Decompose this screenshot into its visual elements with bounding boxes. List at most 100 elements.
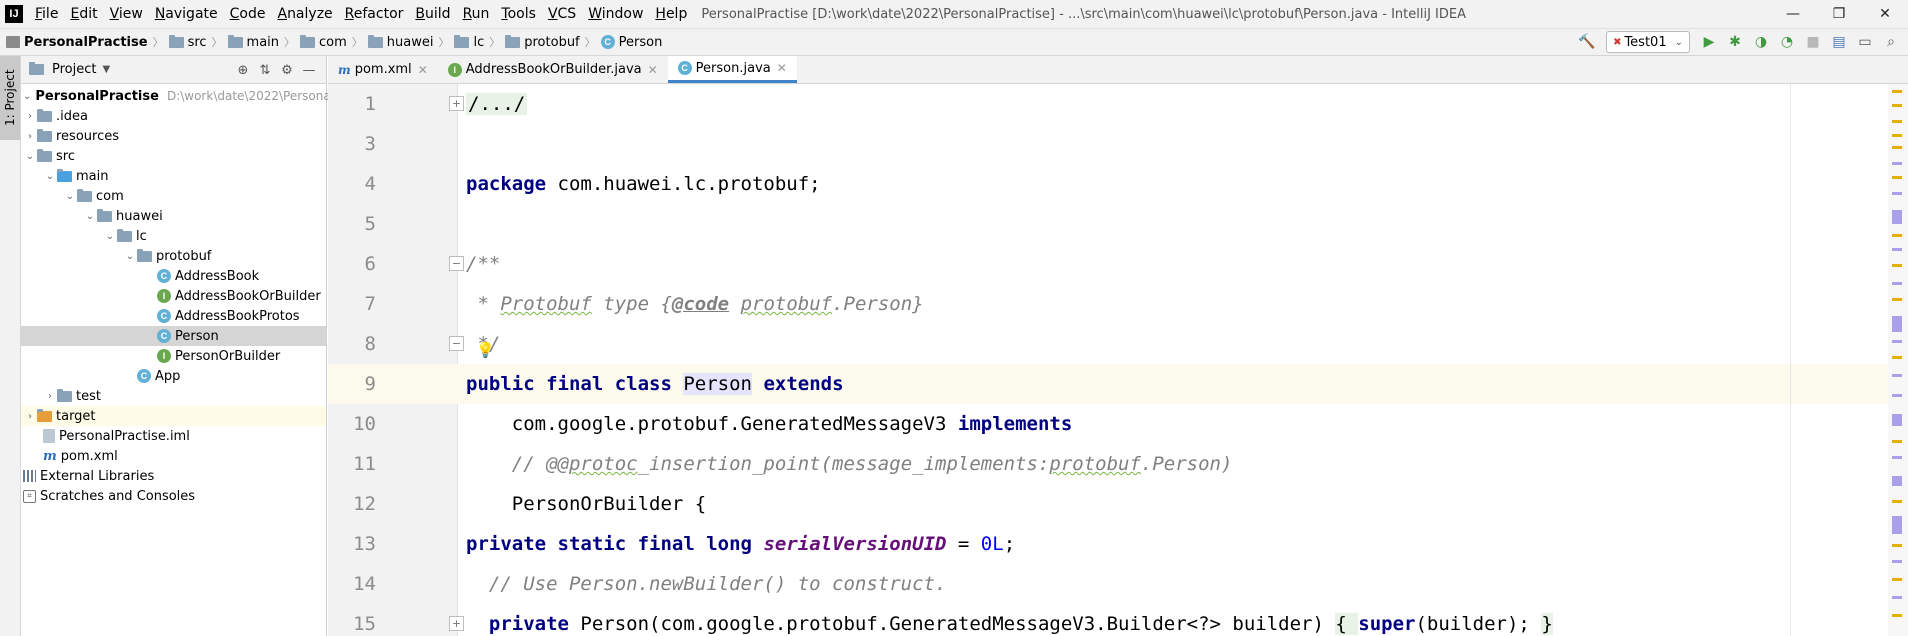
chevron-down-icon[interactable]: ⌄ [63, 191, 77, 202]
menu-tools[interactable]: Tools [495, 0, 542, 28]
breadcrumb-com[interactable]: com 〉 [300, 34, 368, 50]
breadcrumb-main[interactable]: main 〉 [227, 34, 300, 50]
code-editor[interactable]: 1 + /.../ 3 4 package com.huawei.lc.prot… [328, 84, 1908, 636]
menu-file[interactable]: File [29, 0, 64, 28]
menu-run[interactable]: Run [457, 0, 496, 28]
chevron-right-icon[interactable]: › [23, 111, 37, 122]
fold-collapse-icon[interactable]: − [449, 256, 464, 271]
tree-item-external-libraries[interactable]: External Libraries [21, 466, 326, 486]
chevron-down-icon[interactable]: ⌄ [23, 91, 31, 102]
tree-item-personorbuilder[interactable]: I PersonOrBuilder [21, 346, 326, 366]
stripe-mark[interactable] [1892, 316, 1902, 332]
stripe-mark[interactable] [1892, 264, 1902, 267]
tree-item-com[interactable]: ⌄ com [21, 186, 326, 206]
menu-analyze[interactable]: Analyze [271, 0, 338, 28]
fold-expand-icon[interactable]: + [449, 96, 464, 111]
stripe-mark[interactable] [1892, 596, 1902, 599]
menu-help[interactable]: Help [649, 0, 693, 28]
tree-item-personalpractise[interactable]: ⌄ PersonalPractise D:\work\date\2022\Per… [21, 86, 346, 106]
stripe-mark[interactable] [1892, 192, 1902, 195]
tree-item-idea[interactable]: › .idea [21, 106, 326, 126]
restore-button[interactable]: ❐ [1816, 0, 1862, 28]
menu-vcs[interactable]: VCS [542, 0, 582, 28]
chevron-down-icon[interactable]: ⌄ [43, 171, 57, 182]
fold-expand-icon[interactable]: + [449, 616, 464, 631]
stripe-mark[interactable] [1892, 234, 1902, 237]
tree-item-protobuf[interactable]: ⌄ protobuf [21, 246, 326, 266]
chevron-right-icon[interactable]: › [23, 131, 37, 142]
stop-icon[interactable]: ■ [1801, 30, 1825, 54]
stripe-mark[interactable] [1892, 146, 1902, 149]
stripe-mark[interactable] [1892, 440, 1902, 443]
stripe-mark[interactable] [1892, 374, 1902, 377]
error-stripe[interactable] [1888, 84, 1908, 636]
tree-item-lc[interactable]: ⌄ lc [21, 226, 326, 246]
close-icon[interactable]: ✕ [648, 63, 658, 77]
tree-item-resources[interactable]: › resources [21, 126, 326, 146]
debug-icon[interactable]: ✱ [1723, 30, 1747, 54]
stripe-mark[interactable] [1892, 120, 1902, 123]
minimize-button[interactable]: — [1770, 0, 1816, 28]
tree-item-scratches[interactable]: ⌗ Scratches and Consoles [21, 486, 326, 506]
tree-item-huawei[interactable]: ⌄ huawei [21, 206, 326, 226]
stripe-mark[interactable] [1892, 516, 1902, 534]
chevron-down-icon[interactable]: ⌄ [83, 211, 97, 222]
tree-item-person[interactable]: C Person [21, 326, 326, 346]
stripe-mark[interactable] [1892, 476, 1902, 486]
stripe-mark[interactable] [1892, 298, 1902, 301]
stripe-mark[interactable] [1892, 176, 1902, 179]
stripe-mark[interactable] [1892, 282, 1902, 285]
collapsed-imports[interactable]: /.../ [466, 93, 528, 115]
stripe-mark[interactable] [1892, 356, 1902, 359]
breadcrumb-project[interactable]: PersonalPractise 〉 [6, 34, 169, 50]
menu-navigate[interactable]: Navigate [149, 0, 224, 28]
locate-file-icon[interactable]: ⊕ [232, 63, 254, 78]
build-hammer-icon[interactable]: 🔨 [1575, 30, 1599, 54]
chevron-down-icon[interactable]: ⌄ [103, 231, 117, 242]
menu-edit[interactable]: Edit [64, 0, 103, 28]
tree-item-addressbook[interactable]: C AddressBook [21, 266, 326, 286]
tab-addressbookorbuilder[interactable]: I AddressBookOrBuilder.java ✕ [438, 56, 668, 83]
chevron-right-icon[interactable]: › [23, 411, 37, 422]
menu-refactor[interactable]: Refactor [339, 0, 410, 28]
hide-panel-icon[interactable]: — [298, 63, 320, 78]
stripe-mark[interactable] [1892, 578, 1902, 581]
run-configuration-selector[interactable]: ✖ Test01 ⌄ [1606, 31, 1690, 53]
stripe-mark[interactable] [1892, 560, 1902, 563]
stripe-mark[interactable] [1892, 162, 1902, 165]
menu-window[interactable]: Window [582, 0, 649, 28]
menu-view[interactable]: View [104, 0, 149, 28]
breadcrumb-huawei[interactable]: huawei 〉 [367, 34, 455, 50]
gear-icon[interactable]: ⚙ [276, 63, 298, 78]
stripe-mark[interactable] [1892, 104, 1902, 107]
project-view-selector[interactable]: Project [52, 62, 96, 77]
tree-item-target[interactable]: › target [21, 406, 326, 426]
tree-item-iml[interactable]: PersonalPractise.iml [21, 426, 326, 446]
collapsed-method-body[interactable]: { [1335, 613, 1359, 635]
menu-code[interactable]: Code [224, 0, 272, 28]
chevron-down-icon[interactable]: ⌄ [123, 251, 137, 262]
search-icon[interactable]: ⌕ [1879, 30, 1903, 54]
stripe-mark[interactable] [1892, 614, 1902, 617]
stripe-mark[interactable] [1892, 544, 1902, 547]
terminal-icon[interactable]: ▭ [1853, 30, 1877, 54]
collapse-all-icon[interactable]: ⇅ [254, 63, 276, 78]
stripe-mark[interactable] [1892, 90, 1902, 93]
collapsed-method-body[interactable]: } [1541, 613, 1553, 635]
breadcrumb-protobuf[interactable]: protobuf 〉 [505, 34, 600, 50]
run-icon[interactable]: ▶ [1697, 30, 1721, 54]
tree-item-src[interactable]: ⌄ src [21, 146, 326, 166]
tree-item-test[interactable]: › test [21, 386, 326, 406]
close-icon[interactable]: ✕ [777, 61, 787, 75]
close-window-button[interactable]: ✕ [1862, 0, 1908, 28]
tab-person-java[interactable]: C Person.java ✕ [667, 56, 797, 83]
stripe-mark[interactable] [1892, 340, 1902, 343]
chevron-right-icon[interactable]: › [43, 391, 57, 402]
profile-icon[interactable]: ◔ [1775, 30, 1799, 54]
tree-item-main[interactable]: ⌄ main [21, 166, 326, 186]
stripe-mark[interactable] [1892, 500, 1902, 503]
breadcrumb-lc[interactable]: lc 〉 [454, 34, 505, 50]
menu-build[interactable]: Build [409, 0, 456, 28]
stripe-mark[interactable] [1892, 414, 1902, 426]
close-icon[interactable]: ✕ [418, 63, 428, 77]
